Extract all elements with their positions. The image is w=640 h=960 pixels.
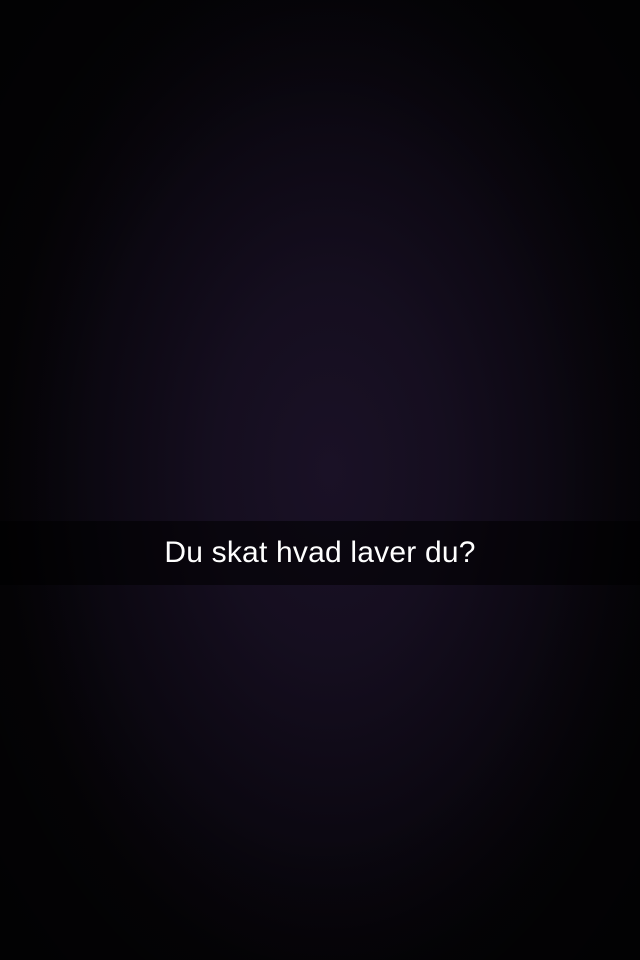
snap-photo[interactable]: Du skat hvad laver du? [0, 0, 640, 960]
caption-bar: Du skat hvad laver du? [0, 521, 640, 585]
caption-text: Du skat hvad laver du? [164, 536, 476, 569]
